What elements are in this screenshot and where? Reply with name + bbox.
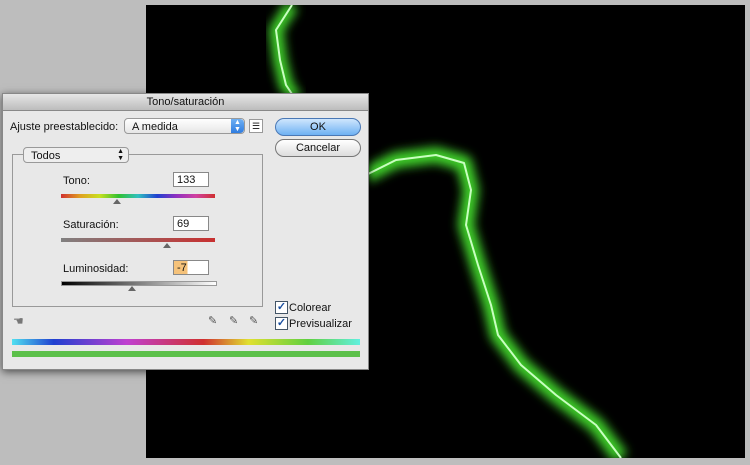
preset-select[interactable]: A medida ▲ ▼ (124, 118, 245, 134)
dialog-title: Tono/saturación (3, 94, 368, 111)
channel-select[interactable]: Todos ▲ ▼ (23, 147, 129, 163)
lightness-slider-thumb[interactable] (128, 286, 136, 291)
saturation-slider-track[interactable] (61, 238, 215, 242)
hue-input[interactable]: 133 (173, 172, 209, 187)
channel-value: Todos (31, 150, 61, 162)
select-arrows-icon: ▲ ▼ (231, 119, 244, 133)
eyedropper-plus-icon[interactable]: ✎ (229, 314, 238, 327)
hue-saturation-dialog: Tono/saturación Ajuste preestablecido: A… (2, 93, 369, 370)
hue-slider-track[interactable] (61, 194, 215, 198)
lightness-label: Luminosidad: (63, 263, 129, 275)
preset-value: A medida (132, 121, 178, 133)
preset-options-icon[interactable]: ☰ (249, 119, 263, 133)
lightness-slider-track[interactable] (61, 281, 217, 286)
hue-slider-thumb[interactable] (113, 199, 121, 204)
saturation-label: Saturación: (63, 219, 119, 231)
lightness-input[interactable]: -7 (173, 260, 209, 275)
input-color-bar (12, 339, 360, 345)
ok-button[interactable]: OK (275, 118, 361, 136)
colorize-checkbox[interactable]: ✓ (275, 301, 288, 314)
saturation-slider-thumb[interactable] (163, 243, 171, 248)
output-color-bar (12, 351, 360, 357)
chevron-icon: ▲ ▼ (117, 148, 124, 162)
preview-label: Previsualizar (289, 318, 352, 330)
preset-label: Ajuste preestablecido: (10, 121, 119, 133)
cancel-button[interactable]: Cancelar (275, 139, 361, 157)
eyedropper-minus-icon[interactable]: ✎ (249, 314, 258, 327)
saturation-input[interactable]: 69 (173, 216, 209, 231)
preview-checkbox[interactable]: ✓ (275, 317, 288, 330)
eyedropper-icon[interactable]: ✎ (208, 314, 217, 327)
targeted-adjustment-hand-icon[interactable]: ☚ (13, 314, 24, 328)
hue-label: Tono: (63, 175, 90, 187)
colorize-label: Colorear (289, 302, 332, 314)
